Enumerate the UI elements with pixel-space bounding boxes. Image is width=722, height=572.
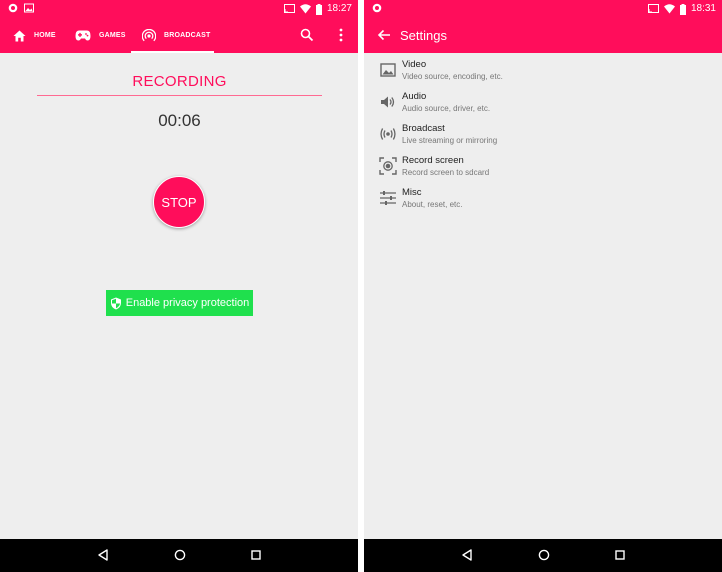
cast-icon [283, 4, 295, 13]
back-arrow-icon[interactable] [377, 28, 391, 42]
app-bar: HOME GAMES BROADCAST [0, 18, 358, 53]
cast-icon [647, 4, 659, 13]
status-bar: 18:27 [0, 0, 358, 18]
settings-item-title: Misc [402, 187, 422, 198]
home-circle-icon[interactable] [537, 548, 551, 562]
settings-item-record-screen[interactable]: Record screen Record screen to sdcard [364, 153, 722, 185]
tab-label: HOME [34, 32, 56, 39]
broadcast-icon [142, 28, 156, 41]
settings-item-title: Record screen [402, 155, 464, 166]
recording-timer: 00:06 [158, 111, 201, 130]
wifi-icon [663, 4, 675, 14]
navigation-bar [0, 539, 358, 572]
shield-icon [110, 297, 121, 309]
status-bar: 18:31 [364, 0, 722, 18]
tab-label: GAMES [99, 32, 126, 39]
broadcast-screen: 18:27 HOME GAMES BROADCAST RECORDING 00:… [0, 0, 358, 572]
tab-broadcast[interactable]: BROADCAST [131, 18, 214, 53]
recents-icon[interactable] [249, 548, 263, 562]
settings-item-misc[interactable]: Misc About, reset, etc. [364, 185, 722, 217]
status-time: 18:27 [326, 3, 352, 14]
home-icon [13, 30, 26, 41]
back-icon[interactable] [460, 548, 474, 562]
privacy-label: Enable privacy protection [125, 297, 250, 309]
more-vert-icon[interactable] [333, 27, 349, 43]
settings-item-title: Broadcast [402, 123, 445, 134]
settings-item-subtitle: Audio source, driver, etc. [402, 104, 491, 113]
tab-label: BROADCAST [164, 32, 211, 39]
search-icon[interactable] [299, 27, 315, 43]
record-screen-icon [379, 157, 397, 175]
image-icon [24, 3, 34, 13]
battery-icon [315, 3, 322, 15]
navigation-bar [364, 539, 722, 572]
settings-list: Video Video source, encoding, etc. Audio… [364, 57, 722, 217]
tune-icon [380, 191, 396, 205]
divider [37, 95, 322, 96]
volume-icon [381, 96, 395, 108]
tab-indicator [131, 51, 214, 53]
settings-item-broadcast[interactable]: Broadcast Live streaming or mirroring [364, 121, 722, 153]
battery-icon [679, 3, 686, 15]
page-title: Settings [400, 28, 447, 43]
settings-item-video[interactable]: Video Video source, encoding, etc. [364, 57, 722, 89]
settings-item-title: Audio [402, 91, 427, 102]
settings-item-subtitle: Video source, encoding, etc. [402, 72, 503, 81]
settings-item-subtitle: About, reset, etc. [402, 200, 463, 209]
image-icon [380, 63, 396, 77]
app-bar: Settings [364, 18, 722, 53]
privacy-protection-button[interactable]: Enable privacy protection [106, 290, 253, 316]
settings-item-subtitle: Live streaming or mirroring [402, 136, 498, 145]
tab-games[interactable]: GAMES [75, 18, 126, 53]
recents-icon[interactable] [613, 548, 627, 562]
gamepad-icon [75, 30, 91, 41]
settings-screen: 18:31 Settings Video Video source, encod… [364, 0, 722, 572]
back-icon[interactable] [96, 548, 110, 562]
stop-label: STOP [161, 194, 197, 210]
stop-button[interactable]: STOP [153, 176, 205, 228]
settings-item-subtitle: Record screen to sdcard [402, 168, 490, 177]
recording-title: RECORDING [132, 73, 227, 90]
settings-item-title: Video [402, 59, 427, 70]
tab-home[interactable]: HOME [13, 18, 56, 53]
broadcast-icon [380, 128, 396, 140]
record-indicator-icon [372, 3, 382, 13]
wifi-icon [299, 4, 311, 14]
status-time: 18:31 [690, 3, 716, 14]
home-circle-icon[interactable] [173, 548, 187, 562]
settings-item-audio[interactable]: Audio Audio source, driver, etc. [364, 89, 722, 121]
record-indicator-icon [8, 3, 18, 13]
